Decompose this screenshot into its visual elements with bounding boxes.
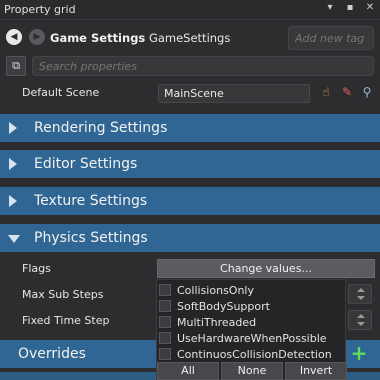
- select-none-button[interactable]: None: [221, 362, 283, 380]
- checkbox[interactable]: [159, 300, 171, 312]
- window-title: Property grid: [4, 3, 76, 16]
- flag-option[interactable]: ContinuosCollisionDetection: [159, 346, 332, 362]
- default-scene-label: Default Scene: [22, 86, 100, 99]
- find-asset-icon[interactable]: ⚲: [359, 85, 375, 101]
- collapse-arrow-icon: [8, 235, 20, 243]
- flags-dropdown: CollisionsOnly SoftBodySupport MultiThre…: [156, 279, 347, 380]
- search-row: ⧉: [0, 54, 380, 78]
- asset-name: GameSettings: [148, 31, 231, 45]
- overrides-label: Overrides: [18, 346, 86, 362]
- search-properties-input[interactable]: [32, 56, 374, 76]
- expand-arrow-icon: [9, 158, 17, 170]
- spinner-down-icon[interactable]: [357, 322, 365, 326]
- dropdown-icon[interactable]: ▾: [324, 2, 336, 13]
- view-options-icon[interactable]: ⧉: [6, 56, 26, 76]
- window-titlebar: Property grid ▾ ▪ ✕: [0, 0, 380, 20]
- section-editor-settings[interactable]: Editor Settings: [0, 150, 380, 178]
- flag-option-label: SoftBodySupport: [177, 299, 270, 313]
- spinner-down-icon[interactable]: [357, 296, 365, 300]
- flag-option[interactable]: SoftBodySupport: [159, 298, 270, 314]
- select-all-button[interactable]: All: [157, 362, 219, 380]
- expand-arrow-icon: [9, 195, 17, 207]
- checkbox[interactable]: [159, 316, 171, 328]
- flag-option[interactable]: CollisionsOnly: [159, 282, 254, 298]
- section-texture-settings[interactable]: Texture Settings: [0, 187, 380, 215]
- window-controls: ▾ ▪ ✕: [324, 2, 376, 13]
- asset-title: Game Settings GameSettings: [50, 31, 230, 45]
- section-label: Physics Settings: [34, 230, 148, 246]
- default-scene-field[interactable]: MainScene: [158, 84, 310, 103]
- flag-option[interactable]: UseHardwareWhenPossible: [159, 330, 327, 346]
- section-label: Editor Settings: [34, 156, 138, 172]
- eraser-icon[interactable]: ✎: [339, 85, 355, 101]
- flag-option-label: UseHardwareWhenPossible: [177, 331, 327, 345]
- section-physics-settings[interactable]: Physics Settings: [0, 224, 380, 252]
- flags-label: Flags: [22, 262, 51, 275]
- max-sub-steps-label: Max Sub Steps: [22, 288, 104, 301]
- hand-pointer-icon[interactable]: ☝: [318, 85, 334, 101]
- add-tag-input[interactable]: [288, 26, 374, 50]
- fixed-time-step-label: Fixed Time Step: [22, 314, 110, 327]
- back-arrow-icon[interactable]: ◀: [6, 29, 22, 45]
- forward-arrow-icon[interactable]: ▶: [29, 29, 45, 45]
- change-values-button[interactable]: Change values...: [157, 259, 375, 278]
- section-label: Rendering Settings: [34, 120, 168, 136]
- fixed-time-step-spinner[interactable]: [348, 310, 372, 330]
- flags-button-row: All None Invert: [157, 362, 347, 380]
- flag-option-label: CollisionsOnly: [177, 283, 254, 297]
- checkbox[interactable]: [159, 284, 171, 296]
- pin-icon[interactable]: ▪: [344, 2, 356, 13]
- section-rendering-settings[interactable]: Rendering Settings: [0, 114, 380, 142]
- section-label: Texture Settings: [34, 193, 148, 209]
- add-override-icon[interactable]: +: [349, 343, 369, 364]
- checkbox[interactable]: [159, 348, 171, 360]
- invert-selection-button[interactable]: Invert: [285, 362, 347, 380]
- asset-type: Game Settings: [50, 31, 146, 45]
- flag-option-label: MultiThreaded: [177, 315, 257, 329]
- asset-header: ◀ ▶ Game Settings GameSettings: [0, 21, 380, 53]
- expand-arrow-icon: [9, 122, 17, 134]
- flag-option-label: ContinuosCollisionDetection: [177, 347, 332, 361]
- max-sub-steps-spinner[interactable]: [348, 284, 372, 304]
- spinner-up-icon[interactable]: [357, 314, 365, 318]
- spinner-up-icon[interactable]: [357, 288, 365, 292]
- close-icon[interactable]: ✕: [364, 2, 376, 13]
- checkbox[interactable]: [159, 332, 171, 344]
- flag-option[interactable]: MultiThreaded: [159, 314, 256, 330]
